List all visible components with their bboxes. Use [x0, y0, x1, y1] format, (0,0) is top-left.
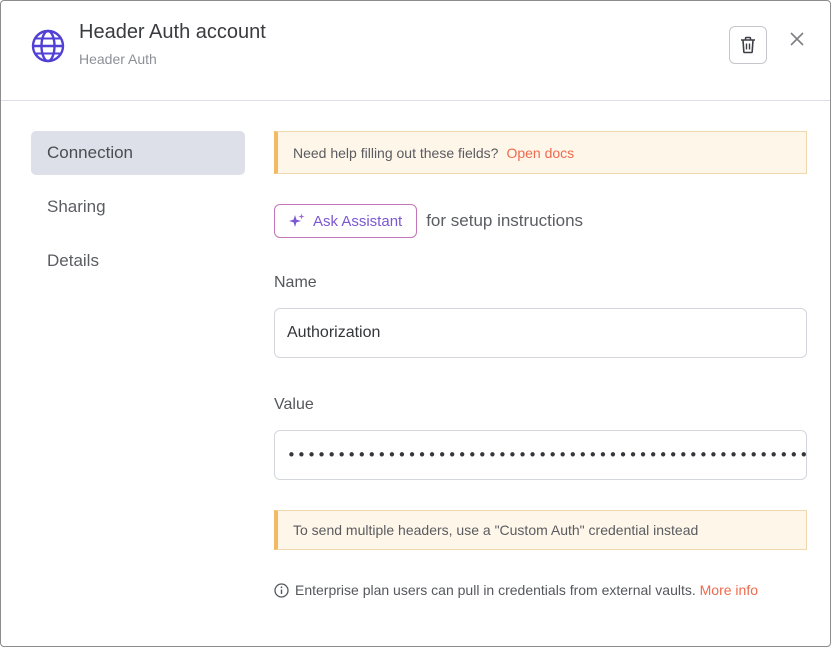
modal-header: Header Auth account Header Auth — [1, 1, 830, 101]
open-docs-link[interactable]: Open docs — [506, 145, 574, 161]
close-button[interactable] — [785, 27, 809, 51]
help-callout: Need help filling out these fields? Open… — [274, 131, 807, 174]
trash-icon — [741, 36, 755, 54]
credential-modal: Header Auth account Header Auth Connecti… — [0, 0, 831, 647]
value-label: Value — [274, 396, 314, 413]
vault-info-message: Enterprise plan users can pull in creden… — [295, 582, 696, 598]
connection-panel: Need help filling out these fields? Open… — [274, 131, 807, 601]
value-input-masked: ••••••••••••••••••••••••••••••••••••••••… — [287, 446, 807, 464]
ask-assistant-label: Ask Assistant — [313, 212, 403, 230]
close-icon — [790, 32, 804, 46]
name-label: Name — [274, 274, 317, 291]
ask-assistant-button[interactable]: Ask Assistant — [274, 204, 418, 238]
sidebar-item-connection[interactable]: Connection — [31, 131, 245, 175]
more-info-link[interactable]: More info — [700, 582, 758, 598]
name-input[interactable]: Authorization — [274, 308, 807, 358]
info-icon — [274, 583, 289, 598]
modal-title: Header Auth account — [79, 21, 266, 43]
sparkle-icon — [289, 213, 305, 227]
value-input[interactable]: ••••••••••••••••••••••••••••••••••••••••… — [274, 430, 807, 480]
help-callout-text: Need help filling out these fields? — [293, 144, 499, 161]
modal-subtitle: Header Auth — [79, 51, 157, 67]
delete-button[interactable] — [729, 26, 767, 64]
globe-icon — [31, 29, 65, 63]
sidebar-item-sharing[interactable]: Sharing — [31, 185, 245, 229]
vault-info-text: Enterprise plan users can pull in creden… — [295, 580, 758, 601]
assistant-row: Ask Assistant for setup instructions — [274, 204, 807, 238]
vault-info: Enterprise plan users can pull in creden… — [274, 580, 807, 601]
assistant-suffix: for setup instructions — [426, 211, 584, 230]
name-input-value: Authorization — [287, 324, 381, 341]
headers-callout-text: To send multiple headers, use a "Custom … — [293, 522, 699, 538]
headers-callout: To send multiple headers, use a "Custom … — [274, 510, 807, 550]
sidebar-item-details[interactable]: Details — [31, 239, 245, 283]
sidebar: Connection Sharing Details — [31, 131, 245, 293]
